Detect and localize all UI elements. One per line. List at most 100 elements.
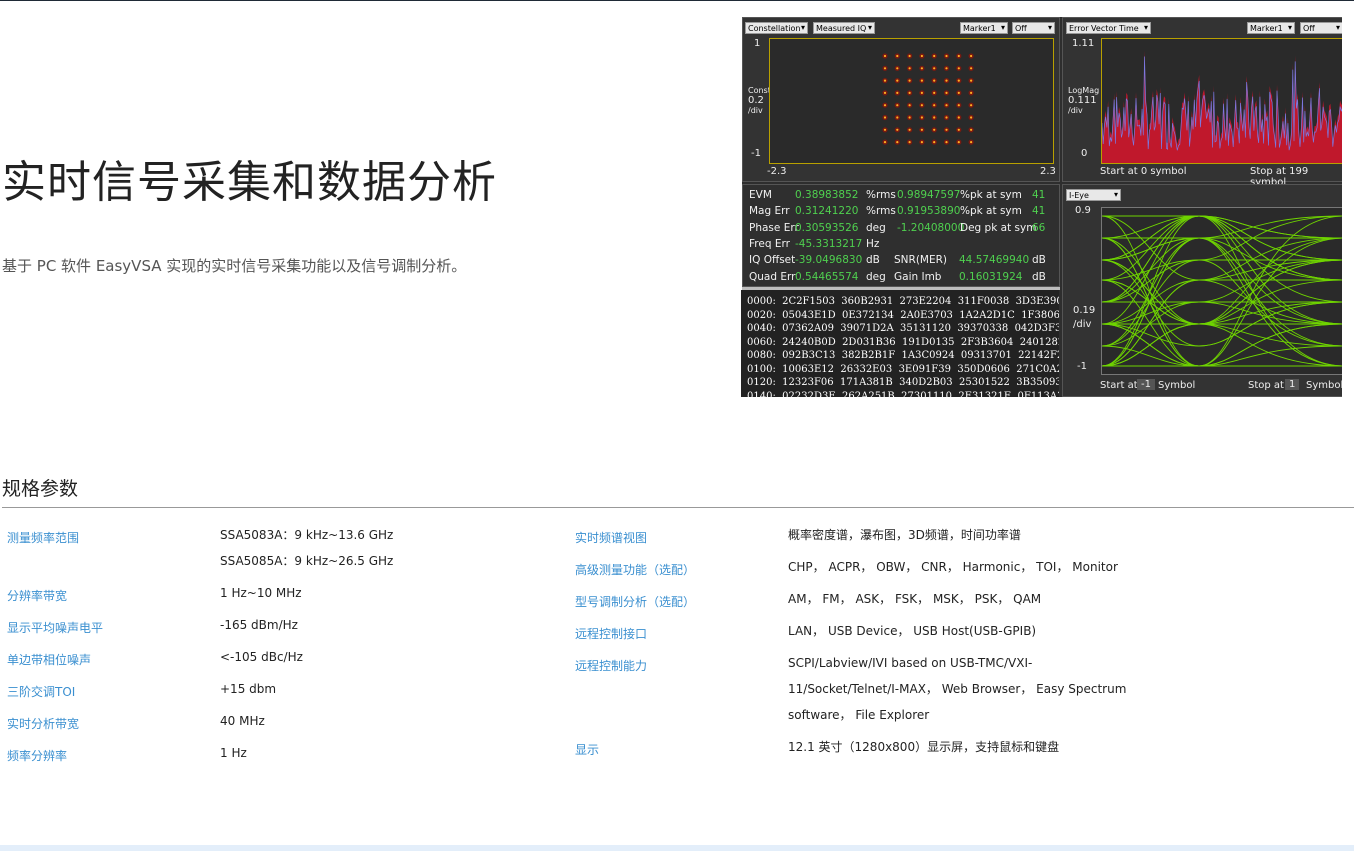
constellation-point [883, 67, 887, 70]
spec-key: 频率分辨率 [7, 749, 68, 763]
error-vector-view-dropdown[interactable]: Error Vector Time [1066, 22, 1151, 34]
error-vector-fill [1102, 50, 1342, 163]
spec-key: 分辨率带宽 [7, 589, 68, 603]
eye-y-scale: 0.19 [1073, 305, 1096, 316]
constellation-point [945, 104, 948, 107]
error-vector-pane: Error Vector Time Marker1 Off 1.11 LogMa… [1062, 17, 1342, 188]
metric-label: SNR(MER) [894, 254, 947, 267]
spec-key: 远程控制能力 [575, 659, 648, 673]
constellation-point [970, 116, 973, 119]
spec-value: 12.1 英寸（1280x800）显示屏，支持鼠标和键盘 [788, 740, 1060, 754]
metric-label: deg [866, 221, 886, 234]
spec-value: 1 Hz [220, 746, 247, 760]
metric-value: 44.57469940 [959, 254, 1030, 267]
constellation-points [882, 53, 974, 145]
error-vector-x-left: Start at 0 symbol [1100, 166, 1187, 177]
constellation-point [945, 67, 948, 70]
metric-value: 0.38983852 [795, 189, 859, 201]
constellation-point [970, 91, 973, 94]
constellation-y-scale: 0.2 [748, 95, 764, 106]
metric-value: 66 [1032, 221, 1046, 234]
hex-dump: 0000: 2C2F1503 360B2931 273E2204 311F003… [747, 296, 1059, 397]
constellation-point [896, 104, 899, 107]
spec-key: 显示平均噪声电平 [7, 621, 104, 635]
spec-value: -165 dBm/Hz [220, 618, 298, 632]
constellation-point [883, 128, 887, 131]
spec-key: 实时分析带宽 [7, 717, 80, 731]
constellation-point [945, 91, 948, 94]
error-vector-y-label: LogMag 0.111 /div [1068, 86, 1099, 116]
constellation-pane: Constellation Measured IQ Marker1 Off 1 … [742, 17, 1060, 182]
constellation-point [920, 91, 923, 94]
top-divider [0, 0, 1354, 1]
spec-value: 1 Hz~10 MHz [220, 586, 302, 600]
constellation-y-label: Const 0.2 /div [748, 86, 771, 116]
constellation-point [883, 91, 887, 94]
spec-key: 测量频率范围 [7, 531, 80, 545]
constellation-point [957, 141, 960, 144]
constellation-point [957, 91, 960, 94]
constellation-point [957, 67, 960, 70]
spec-value: 概率密度谱，瀑布图，3D频谱，时间功率谱 [788, 528, 1021, 542]
constellation-trace-dropdown[interactable]: Measured IQ [813, 22, 875, 34]
metric-label: Deg pk at sym [960, 221, 1037, 234]
constellation-point [920, 128, 923, 131]
metric-label: Gain Imb [894, 270, 942, 283]
eye-y-unit: /div [1073, 319, 1092, 330]
constellation-point [945, 116, 948, 119]
specs-divider [2, 507, 1354, 508]
specs-title: 规格参数 [2, 478, 79, 500]
eye-y-bottom: -1 [1077, 361, 1087, 372]
metric-label: Hz [866, 237, 880, 250]
constellation-y-bottom: -1 [751, 148, 761, 159]
spec-key: 型号调制分析（选配） [575, 595, 696, 609]
constellation-point [970, 79, 973, 82]
eye-start-label: Start at [1100, 380, 1138, 391]
constellation-x-right: 2.3 [1040, 166, 1056, 177]
eye-stop-label: Stop at [1248, 380, 1284, 391]
metric-label: Phase Err [749, 221, 799, 234]
eye-start-input[interactable]: -1 [1137, 379, 1155, 390]
constellation-point [920, 141, 923, 144]
constellation-point [933, 79, 936, 82]
constellation-point [896, 141, 899, 144]
spec-value: SCPI/Labview/IVI based on USB-TMC/VXI- [788, 656, 1033, 670]
constellation-point [957, 104, 960, 107]
constellation-point [970, 141, 973, 144]
constellation-point [920, 54, 923, 58]
constellation-point [945, 128, 948, 131]
eye-stop-input[interactable]: 1 [1285, 379, 1300, 390]
metric-label: deg [866, 270, 886, 283]
metric-label: EVM [749, 189, 772, 201]
spec-key: 单边带相位噪声 [7, 653, 92, 667]
constellation-off-dropdown[interactable]: Off [1012, 22, 1055, 34]
constellation-point [945, 141, 948, 144]
eye-view-dropdown[interactable]: I-Eye [1066, 189, 1121, 201]
constellation-point [933, 91, 936, 94]
error-vector-marker-dropdown[interactable]: Marker1 [1247, 22, 1295, 34]
spec-value: <-105 dBc/Hz [220, 650, 303, 664]
constellation-marker-dropdown[interactable]: Marker1 [960, 22, 1008, 34]
error-vector-y-bottom: 0 [1081, 148, 1088, 159]
metric-value: -1.20408000 [897, 221, 965, 234]
metric-value: 41 [1032, 189, 1046, 201]
spec-value: +15 dbm [220, 682, 277, 696]
error-vector-y-scale: 0.111 [1068, 95, 1097, 106]
metric-value: -45.3313217 [795, 237, 863, 250]
constellation-view-dropdown[interactable]: Constellation [745, 22, 808, 34]
metric-value: 0.30593526 [795, 221, 859, 234]
constellation-point [970, 128, 973, 131]
error-vector-off-dropdown[interactable]: Off [1300, 22, 1342, 34]
constellation-point [908, 104, 911, 107]
constellation-point [896, 67, 899, 70]
constellation-point [957, 79, 960, 82]
metric-value: 0.54465574 [795, 270, 859, 283]
metric-label: IQ Offset [749, 254, 796, 267]
eye-traces [1101, 215, 1342, 367]
constellation-point [883, 79, 887, 82]
eye-diagram-pane: I-Eye 0.9 0.19 /div -1 Start at -1 Symbo… [1062, 184, 1342, 397]
constellation-point [908, 79, 911, 82]
metric-value: 0.31241220 [795, 205, 859, 218]
eye-plot [1101, 207, 1342, 375]
constellation-point [883, 104, 887, 107]
